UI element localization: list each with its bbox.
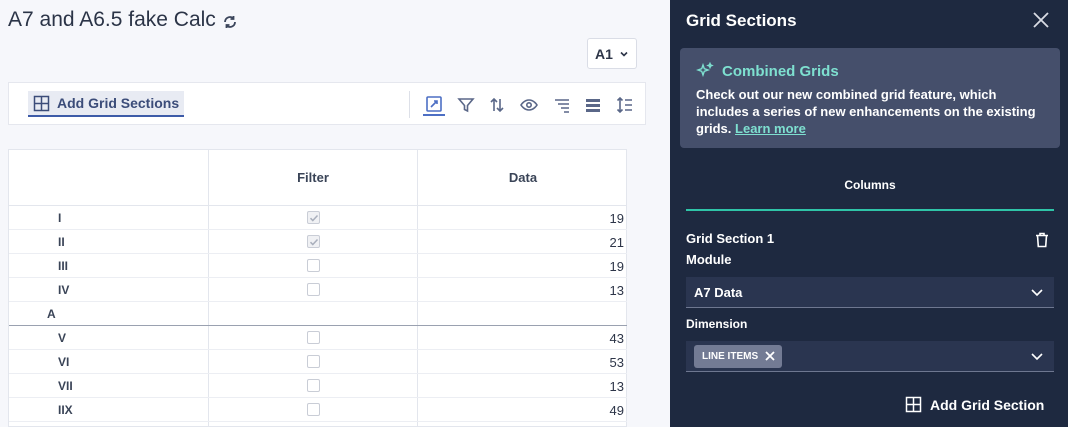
learn-more-link[interactable]: Learn more	[735, 121, 806, 136]
filter-checkbox[interactable]	[307, 235, 320, 248]
table-row: VII 13	[9, 374, 628, 398]
add-grid-section-button[interactable]: Add Grid Section	[905, 396, 1044, 413]
table-row: V 43	[9, 326, 628, 350]
format-icon[interactable]	[551, 94, 573, 116]
chevron-down-icon	[1031, 353, 1043, 361]
pivot-icon[interactable]	[423, 94, 445, 116]
column-height-icon[interactable]	[614, 94, 636, 116]
row-label: VI	[58, 355, 70, 369]
filter-checkbox[interactable]	[307, 283, 320, 296]
filter-checkbox[interactable]	[307, 379, 320, 392]
module-label: Module	[686, 252, 732, 267]
grid-scrollbar[interactable]	[627, 149, 645, 427]
grid-icon	[33, 95, 50, 111]
row-label: V	[58, 331, 67, 345]
data-cell[interactable]: 53	[610, 355, 624, 370]
main-area: A7 and A6.5 fake Calc A1 Add Grid Sectio…	[0, 0, 670, 427]
check-icon	[309, 238, 318, 246]
module-select-value: A7 Data	[694, 284, 743, 300]
trash-icon[interactable]	[1033, 231, 1051, 249]
chevron-down-icon	[1031, 289, 1043, 297]
table-row: IIX 49	[9, 398, 628, 422]
table-row: IV 13	[9, 278, 628, 302]
add-grid-sections-label: Add Grid Sections	[57, 95, 180, 111]
filter-icon[interactable]	[455, 94, 477, 116]
row-label: A	[47, 307, 56, 321]
row-label: IIX	[58, 403, 73, 417]
show-hide-icon[interactable]	[518, 94, 540, 116]
refresh-icon[interactable]	[222, 12, 238, 28]
banner-heading-text: Combined Grids	[722, 62, 839, 80]
dimension-chip: LINE ITEMS	[694, 344, 783, 368]
data-cell[interactable]: 19	[610, 211, 624, 226]
filter-checkbox[interactable]	[307, 355, 320, 368]
check-icon	[309, 214, 318, 222]
tab-active-indicator	[686, 209, 1054, 211]
filter-checkbox[interactable]	[307, 403, 320, 416]
grid-sections-panel: Grid Sections Combined Grids Check out o…	[670, 0, 1068, 427]
combined-grids-banner: Combined Grids Check out our new combine…	[680, 48, 1060, 148]
row-label: VII	[58, 379, 73, 393]
table-row: I 19	[9, 206, 628, 230]
row-label: II	[58, 235, 65, 249]
row-label: I	[58, 211, 62, 225]
grid-toolbar: Add Grid Sections	[8, 82, 646, 125]
table-row: III 19	[9, 254, 628, 278]
toolbar-divider	[409, 91, 410, 118]
page-title-text: A7 and A6.5 fake Calc	[8, 8, 216, 31]
data-cell[interactable]: 43	[610, 331, 624, 346]
grid-header: Filter Data	[9, 150, 628, 206]
add-grid-sections-button[interactable]: Add Grid Sections	[28, 91, 185, 117]
table-row: VI 53	[9, 350, 628, 374]
sparkle-icon	[696, 62, 714, 78]
data-cell[interactable]: 21	[610, 235, 624, 250]
banner-heading: Combined Grids	[696, 62, 1044, 80]
page-title: A7 and A6.5 fake Calc	[8, 8, 238, 32]
chevron-down-icon	[620, 51, 628, 57]
filter-checkbox[interactable]	[307, 259, 320, 272]
grid-icon	[905, 396, 922, 413]
remove-chip-icon[interactable]	[764, 350, 776, 362]
dimension-label: Dimension	[686, 317, 748, 331]
dimension-select[interactable]: LINE ITEMS	[686, 341, 1054, 372]
filter-checkbox[interactable]	[307, 211, 320, 224]
row-label: III	[58, 259, 69, 273]
data-cell[interactable]: 19	[610, 259, 624, 274]
page-selector[interactable]: A1	[587, 38, 637, 69]
data-grid: Filter Data I 19 II 21 III 19 IV 13 A V 43 VI 53 VII 1…	[8, 149, 628, 427]
row-label: IV	[58, 283, 70, 297]
filter-checkbox[interactable]	[307, 331, 320, 344]
table-group-row: A	[9, 302, 628, 326]
row-height-icon[interactable]	[582, 94, 604, 116]
data-cell[interactable]: 13	[610, 379, 624, 394]
column-header-filter[interactable]: Filter	[209, 170, 417, 185]
page-selector-value: A1	[595, 45, 613, 62]
dimension-chip-label: LINE ITEMS	[702, 350, 759, 362]
panel-title: Grid Sections	[686, 11, 797, 30]
add-grid-section-label: Add Grid Section	[930, 396, 1045, 413]
data-cell[interactable]: 49	[610, 403, 624, 418]
close-icon[interactable]	[1031, 10, 1051, 30]
module-select[interactable]: A7 Data	[686, 277, 1054, 308]
tab-columns[interactable]: Columns	[686, 178, 1054, 192]
banner-body: Check out our new combined grid feature,…	[696, 86, 1044, 137]
column-header-data[interactable]: Data	[418, 170, 628, 185]
sort-icon[interactable]	[486, 94, 508, 116]
data-cell[interactable]: 13	[610, 283, 624, 298]
table-row: II 21	[9, 230, 628, 254]
grid-section-label: Grid Section 1	[686, 231, 775, 246]
